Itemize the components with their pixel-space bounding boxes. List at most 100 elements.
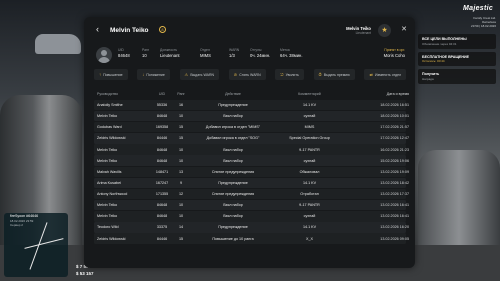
action-label: Уволить	[285, 72, 299, 77]
action-label: Выдать WARN	[190, 72, 215, 77]
info-value: 10	[142, 52, 147, 58]
avatar	[96, 47, 112, 63]
table-row: Malvah Wavills 148471 13 Снятие предупрежде…	[94, 166, 409, 177]
cell-comment: 9-17 PANTR	[299, 147, 320, 152]
change-department-button[interactable]: ⇄ Изменить отдел	[364, 69, 406, 80]
cell-datetime: 13.02.2026 16:20	[380, 225, 409, 230]
cell-rank: 14	[178, 225, 184, 230]
column-header: Дата и время	[386, 92, 409, 96]
info-warn: WARN 1/3	[229, 48, 239, 59]
cell-comment: сухпай	[303, 158, 316, 163]
avatar-head	[101, 50, 107, 56]
cell-rank: 12	[178, 192, 184, 197]
demote-button[interactable]: ↓ Понижение	[137, 69, 170, 80]
cell-leader: Anatoliy Smithe	[97, 102, 123, 107]
column-header: Действие	[225, 92, 241, 96]
cell-leader: Zeldris Wildowski	[97, 236, 126, 241]
cell-comment: Special Operation Group	[289, 136, 330, 141]
game-logo: Majestic	[463, 5, 494, 12]
action-bar: ↑ Повышение ↓ Понижение ⚠ Выдать WARN ⊘ …	[94, 69, 406, 80]
hud-top-info-line: 23:59 | 18.02.2026	[471, 24, 496, 29]
rank-badge: 8	[159, 26, 166, 33]
member-panel: ‹ Melvin Teiko 8 Melvin Teiko Lieutenant…	[84, 17, 415, 268]
cell-datetime: 17.02.2026 12:47	[380, 136, 409, 141]
promote-button[interactable]: ↑ Повышение	[94, 69, 128, 80]
cell-uid: 148471	[155, 169, 169, 174]
table-row: Zeldris Wildowski 84446 15 Повышение до 10 …	[94, 233, 409, 244]
info-rank: Ранг 10	[142, 48, 149, 59]
cell-rank: 15	[178, 125, 184, 130]
hud-card[interactable]: Получить Награда	[418, 69, 496, 84]
hud-card[interactable]: БЕСПЛАТНОЕ ВРАЩЕНИЕ Осталось: 00:44	[418, 51, 496, 66]
info-position: Должность Lieutenant	[160, 48, 180, 59]
cell-action: Взял набор	[223, 158, 243, 163]
cell-rank: 10	[178, 114, 184, 119]
cell-comment: X_X	[306, 236, 313, 241]
cell-comment: Обжаловал	[299, 169, 320, 174]
header-user-role: Lieutenant	[355, 31, 371, 35]
cell-uid: 84648	[156, 214, 168, 219]
cell-action: Добавил игрока в отдел "MIMS"	[205, 125, 261, 130]
dismiss-button[interactable]: ⎋ Уволить	[275, 69, 304, 80]
cell-leader: Melvin Teiko	[97, 214, 118, 219]
cell-datetime: 17.02.2026 21:57	[380, 125, 409, 130]
cell-leader: Godubas Ward	[97, 125, 122, 130]
info-mark: Метка 64ч. 38мин.	[280, 48, 303, 59]
cell-datetime: 16.02.2026 21:23	[380, 147, 409, 152]
cell-action: Предупреждение	[218, 225, 248, 230]
cell-leader: Teodoro Wild	[97, 225, 119, 230]
cell-leader: Antony Northwood	[97, 192, 128, 197]
close-icon[interactable]: ✕	[401, 26, 407, 33]
cell-leader: Melvin Teiko	[97, 147, 118, 152]
table-row: Melvin Teiko 84648 10 Взял набор сухпай 13.02…	[94, 211, 409, 222]
hud-cards: ВСЕ ЦЕЛИ ВЫПОЛНЕНЫ Обновление через 04:3…	[418, 34, 496, 87]
cell-action: Взял набор	[223, 203, 243, 208]
cell-leader: Melvin Teiko	[97, 114, 118, 119]
cell-leader: Zeldris Wildowski	[97, 136, 126, 141]
hud-card[interactable]: ВСЕ ЦЕЛИ ВЫПОЛНЕНЫ Обновление через 04:3…	[418, 34, 496, 49]
hud-card-sub: Осталось: 00:44	[422, 59, 445, 63]
background-car	[35, 34, 81, 54]
cell-rank: 13	[178, 169, 184, 174]
action-label: Изменить отдел	[374, 72, 401, 77]
action-log-table: Руководство UID Ранг Действие Комментари…	[94, 89, 409, 244]
cell-rank: 9	[179, 180, 183, 185]
cell-uid: 84648	[156, 158, 168, 163]
cell-datetime: 15.02.2026 19:06	[380, 158, 409, 163]
cell-rank: 15	[178, 136, 184, 141]
table-header: Руководство UID Ранг Действие Комментари…	[94, 89, 409, 99]
table-row: Teodoro Wild 33375 14 Предупреждение 14.1 KV…	[94, 222, 409, 233]
cell-uid: 84446	[156, 136, 168, 141]
give-warn-button[interactable]: ⚠ Выдать WARN	[179, 69, 220, 80]
info-value: 1/3	[229, 52, 235, 58]
table-row: Anatoliy Smithe 55336 16 Предупреждение 14.1…	[94, 99, 409, 111]
back-icon[interactable]: ‹	[96, 25, 99, 34]
remove-icon: ⊘	[233, 72, 238, 77]
cell-rank: 16	[178, 102, 184, 107]
panel-header: ‹ Melvin Teiko 8 Melvin Teiko Lieutenant…	[84, 17, 415, 44]
cell-action: Взял набор	[223, 147, 243, 152]
cell-rank: 10	[178, 214, 184, 219]
cell-uid: 169358	[155, 125, 169, 130]
cell-leader: Malvah Wavills	[97, 169, 122, 174]
table-row: Arima Kusabei 167247 9 Предупреждение 14.1 K…	[94, 177, 409, 189]
cell-action: Предупреждение	[218, 102, 248, 107]
cell-comment: 14.1 KV	[302, 180, 317, 185]
hud-player-name: fireSyoon #64646	[10, 214, 39, 218]
hud-top-info: Family Crest Ltd. Ownerless 23:59 | 18.0…	[471, 16, 496, 29]
info-value: Lieutenant	[160, 52, 180, 58]
warning-icon: ⚠	[184, 72, 189, 77]
cell-action: Снятие предупреждения	[211, 192, 255, 197]
cell-datetime: 13.02.2026 17:37	[380, 192, 409, 197]
info-value: 84648	[118, 52, 130, 58]
member-info: UID 84648 Ранг 10 Должность Lieutenant О…	[84, 46, 415, 63]
cell-leader: Melvin Teiko	[97, 158, 118, 163]
give-bonus-button[interactable]: ⏱ Выдать премию	[313, 69, 355, 80]
hud-card-sub: Награда	[422, 76, 434, 81]
info-uid: UID 84648	[118, 48, 130, 59]
remove-warn-button[interactable]: ⊘ Снять WARN	[228, 69, 266, 80]
cell-action: Повышение до 10 ранга	[212, 236, 254, 241]
cell-datetime: 13.02.2026 19:09	[380, 169, 409, 174]
table-row: Melvin Teiko 84648 10 Взял набор сухпай 15.02…	[94, 155, 409, 166]
cell-comment: MIMS	[304, 125, 315, 130]
